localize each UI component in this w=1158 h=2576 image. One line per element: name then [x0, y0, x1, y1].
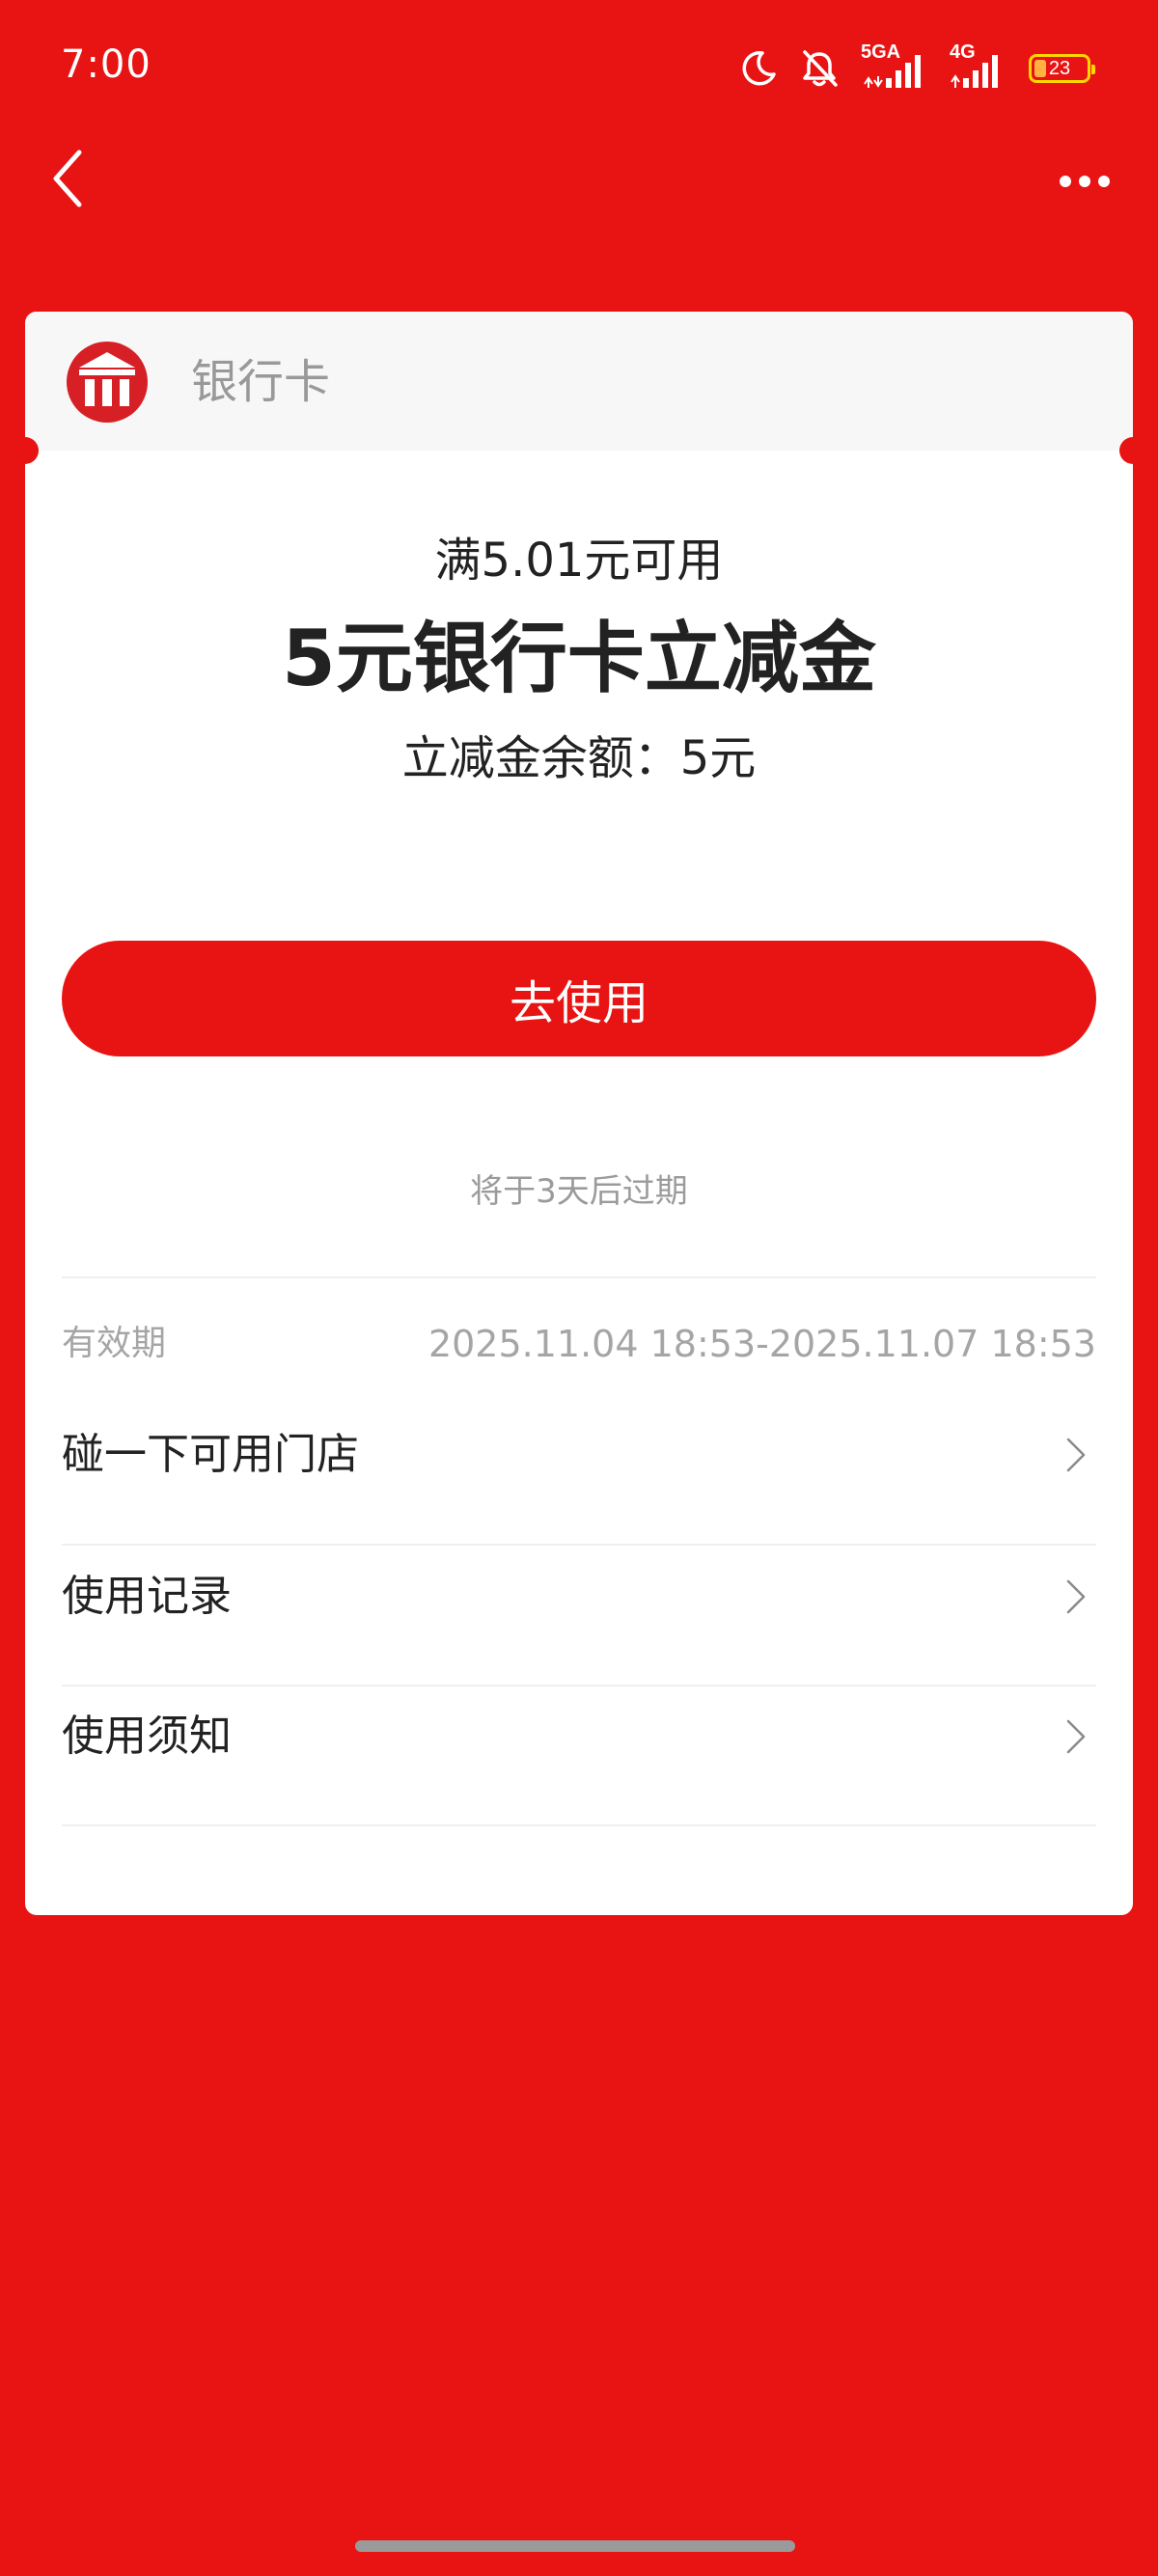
signal-5ga-label: 5GA — [861, 41, 901, 63]
validity-label: 有效期 — [62, 1324, 167, 1363]
chevron-left-icon — [53, 150, 82, 207]
status-time: 7:00 — [61, 42, 152, 87]
divider — [62, 1276, 1096, 1278]
more-dots-icon — [1060, 176, 1110, 187]
do-not-disturb-moon-icon — [742, 51, 776, 86]
card-notch-left — [12, 437, 39, 464]
divider — [62, 1824, 1096, 1826]
status-bar: 7:00 5GA 4G 23 — [0, 0, 1158, 135]
row-label: 使用记录 — [62, 1572, 232, 1621]
card-header: 银行卡 — [25, 312, 1133, 451]
coupon-card: 银行卡 满5.01元可用 5元银行卡立减金 立减金余额：5元 去使用 将于3天后… — [12, 312, 1146, 1915]
battery-icon: 23 — [1029, 54, 1095, 83]
card-notch-right — [1119, 437, 1146, 464]
battery-level-text: 23 — [1048, 57, 1071, 79]
validity-value: 2025.11.04 18:53-2025.11.07 18:53 — [427, 1323, 1096, 1365]
signal-4g-icon: 4G — [950, 41, 1007, 90]
back-button[interactable] — [44, 145, 93, 212]
bell-muted-icon — [803, 50, 838, 87]
row-label: 碰一下可用门店 — [62, 1430, 359, 1479]
expiry-note: 将于3天后过期 — [470, 1172, 688, 1211]
chevron-right-icon — [1066, 1579, 1086, 1614]
battery-fill — [1034, 60, 1046, 77]
chevron-right-icon — [1066, 1719, 1086, 1754]
signal-4g-label: 4G — [950, 41, 976, 63]
usage-condition: 满5.01元可用 — [434, 534, 724, 588]
use-coupon-button[interactable]: 去使用 — [62, 941, 1096, 1056]
card-header-title: 银行卡 — [191, 355, 331, 409]
more-button[interactable] — [1056, 162, 1114, 201]
signal-5ga-icon: 5GA — [861, 41, 928, 90]
coupon-balance: 立减金余额：5元 — [401, 731, 757, 785]
row-nearby-stores[interactable]: 碰一下可用门店 — [62, 1385, 1096, 1524]
row-label: 使用须知 — [62, 1712, 232, 1761]
bank-icon — [67, 342, 148, 423]
home-indicator[interactable] — [355, 2540, 795, 2552]
chevron-right-icon — [1066, 1438, 1086, 1472]
coupon-title: 5元银行卡立减金 — [282, 614, 876, 703]
row-usage-notice[interactable]: 使用须知 — [62, 1667, 1096, 1806]
status-icons: 5GA 4G 23 — [739, 41, 1095, 95]
row-usage-records[interactable]: 使用记录 — [62, 1527, 1096, 1666]
